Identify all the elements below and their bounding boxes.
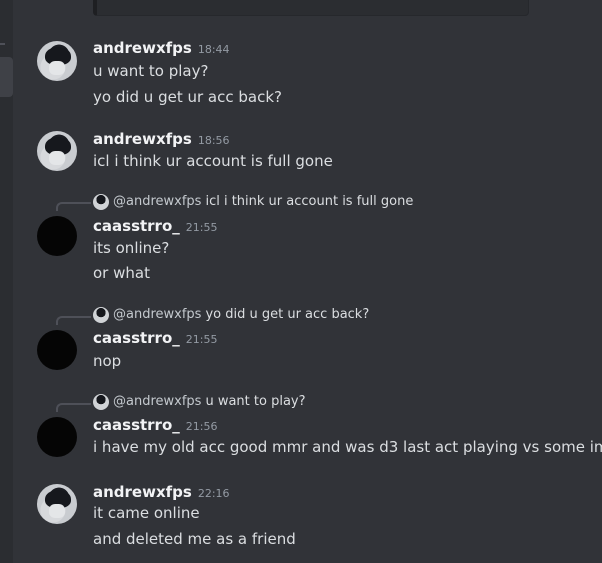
- sidebar-scrollbar[interactable]: [0, 57, 13, 97]
- avatar[interactable]: [37, 131, 77, 171]
- reply-reference[interactable]: @andrewxfps u want to play?: [93, 393, 306, 411]
- reply-text: u want to play?: [205, 394, 306, 409]
- reply-reference[interactable]: @andrewxfps yo did u get ur acc back?: [93, 306, 369, 324]
- avatar-face: [49, 61, 65, 75]
- message-text: u want to play?: [93, 62, 209, 80]
- reply-mention[interactable]: @andrewxfps: [113, 306, 201, 324]
- message-text: nop: [93, 352, 122, 370]
- username[interactable]: caasstrro_: [93, 217, 180, 235]
- reply-avatar: [93, 394, 109, 410]
- reply-spine: [56, 202, 91, 211]
- username[interactable]: andrewxfps: [93, 39, 192, 57]
- message-header: andrewxfps 18:44: [93, 38, 230, 60]
- message-header: caasstrro_ 21:55: [93, 328, 217, 350]
- previous-embed: [93, 0, 529, 16]
- avatar-face: [49, 504, 65, 518]
- timestamp: 18:44: [197, 43, 230, 56]
- reply-spine: [56, 316, 91, 325]
- reply-text: icl i think ur account is full gone: [205, 194, 414, 209]
- username[interactable]: caasstrro_: [93, 329, 180, 347]
- reply-avatar: [93, 307, 109, 323]
- timestamp: 18:56: [197, 134, 230, 147]
- username[interactable]: caasstrro_: [93, 416, 180, 434]
- username[interactable]: andrewxfps: [93, 483, 192, 501]
- avatar[interactable]: [37, 41, 77, 81]
- avatar[interactable]: [37, 484, 77, 524]
- reply-mention[interactable]: @andrewxfps: [113, 193, 201, 211]
- timestamp: 21:56: [185, 420, 218, 433]
- avatar[interactable]: [37, 216, 77, 256]
- sidebar-edge: [0, 0, 13, 563]
- timestamp: 22:16: [197, 487, 230, 500]
- message-header: caasstrro_ 21:56: [93, 415, 217, 437]
- timestamp: 21:55: [185, 221, 218, 234]
- reply-spine: [56, 403, 91, 412]
- message-text: icl i think ur account is full gone: [93, 152, 333, 170]
- message-text: or what: [93, 264, 150, 282]
- message-text: i have my old acc good mmr and was d3 la…: [93, 438, 602, 456]
- message-header: andrewxfps 22:16: [93, 482, 230, 504]
- reply-text: yo did u get ur acc back?: [205, 307, 370, 322]
- avatar[interactable]: [37, 330, 77, 370]
- message-text: yo did u get ur acc back?: [93, 88, 282, 106]
- timestamp: 21:55: [185, 333, 218, 346]
- reply-mention[interactable]: @andrewxfps: [113, 393, 201, 411]
- message-text: its online?: [93, 239, 170, 257]
- message-text: it came online: [93, 504, 200, 522]
- reply-avatar: [93, 194, 109, 210]
- avatar[interactable]: [37, 417, 77, 457]
- message-text: and deleted me as a friend: [93, 530, 296, 548]
- reply-reference[interactable]: @andrewxfps icl i think ur account is fu…: [93, 193, 413, 211]
- chat-window: andrewxfps 18:44 u want to play? yo did u…: [0, 0, 602, 563]
- username[interactable]: andrewxfps: [93, 130, 192, 148]
- message-header: andrewxfps 18:56: [93, 129, 230, 151]
- message-header: caasstrro_ 21:55: [93, 216, 217, 238]
- avatar-face: [49, 151, 65, 165]
- divider: [0, 43, 5, 45]
